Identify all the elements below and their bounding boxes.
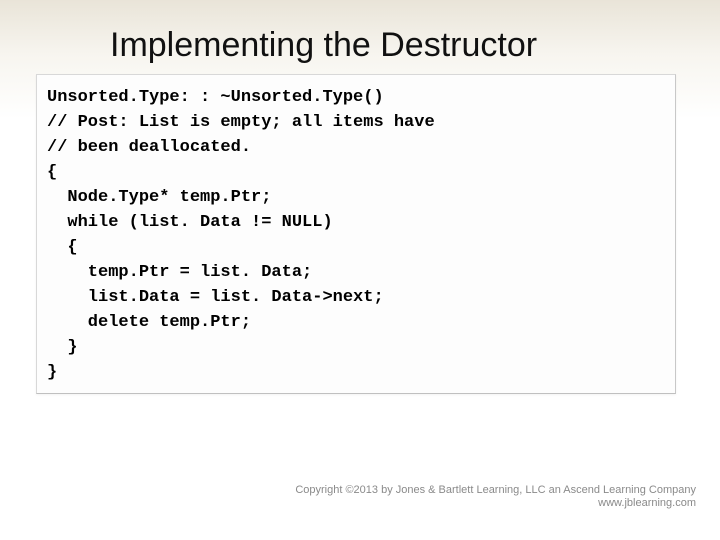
copyright-link[interactable]: www.jblearning.com	[598, 497, 696, 509]
code-block: Unsorted.Type: : ~Unsorted.Type() // Pos…	[47, 85, 665, 385]
title-text: Implementing the Destructor	[110, 26, 537, 65]
copyright: Copyright ©2013 by Jones & Bartlett Lear…	[295, 484, 696, 510]
code-box: Unsorted.Type: : ~Unsorted.Type() // Pos…	[36, 74, 676, 394]
slide-title: Implementing the Destructor	[0, 26, 720, 65]
slide: Implementing the Destructor Unsorted.Typ…	[0, 0, 720, 540]
copyright-line1: Copyright ©2013 by Jones & Bartlett Lear…	[295, 484, 696, 497]
